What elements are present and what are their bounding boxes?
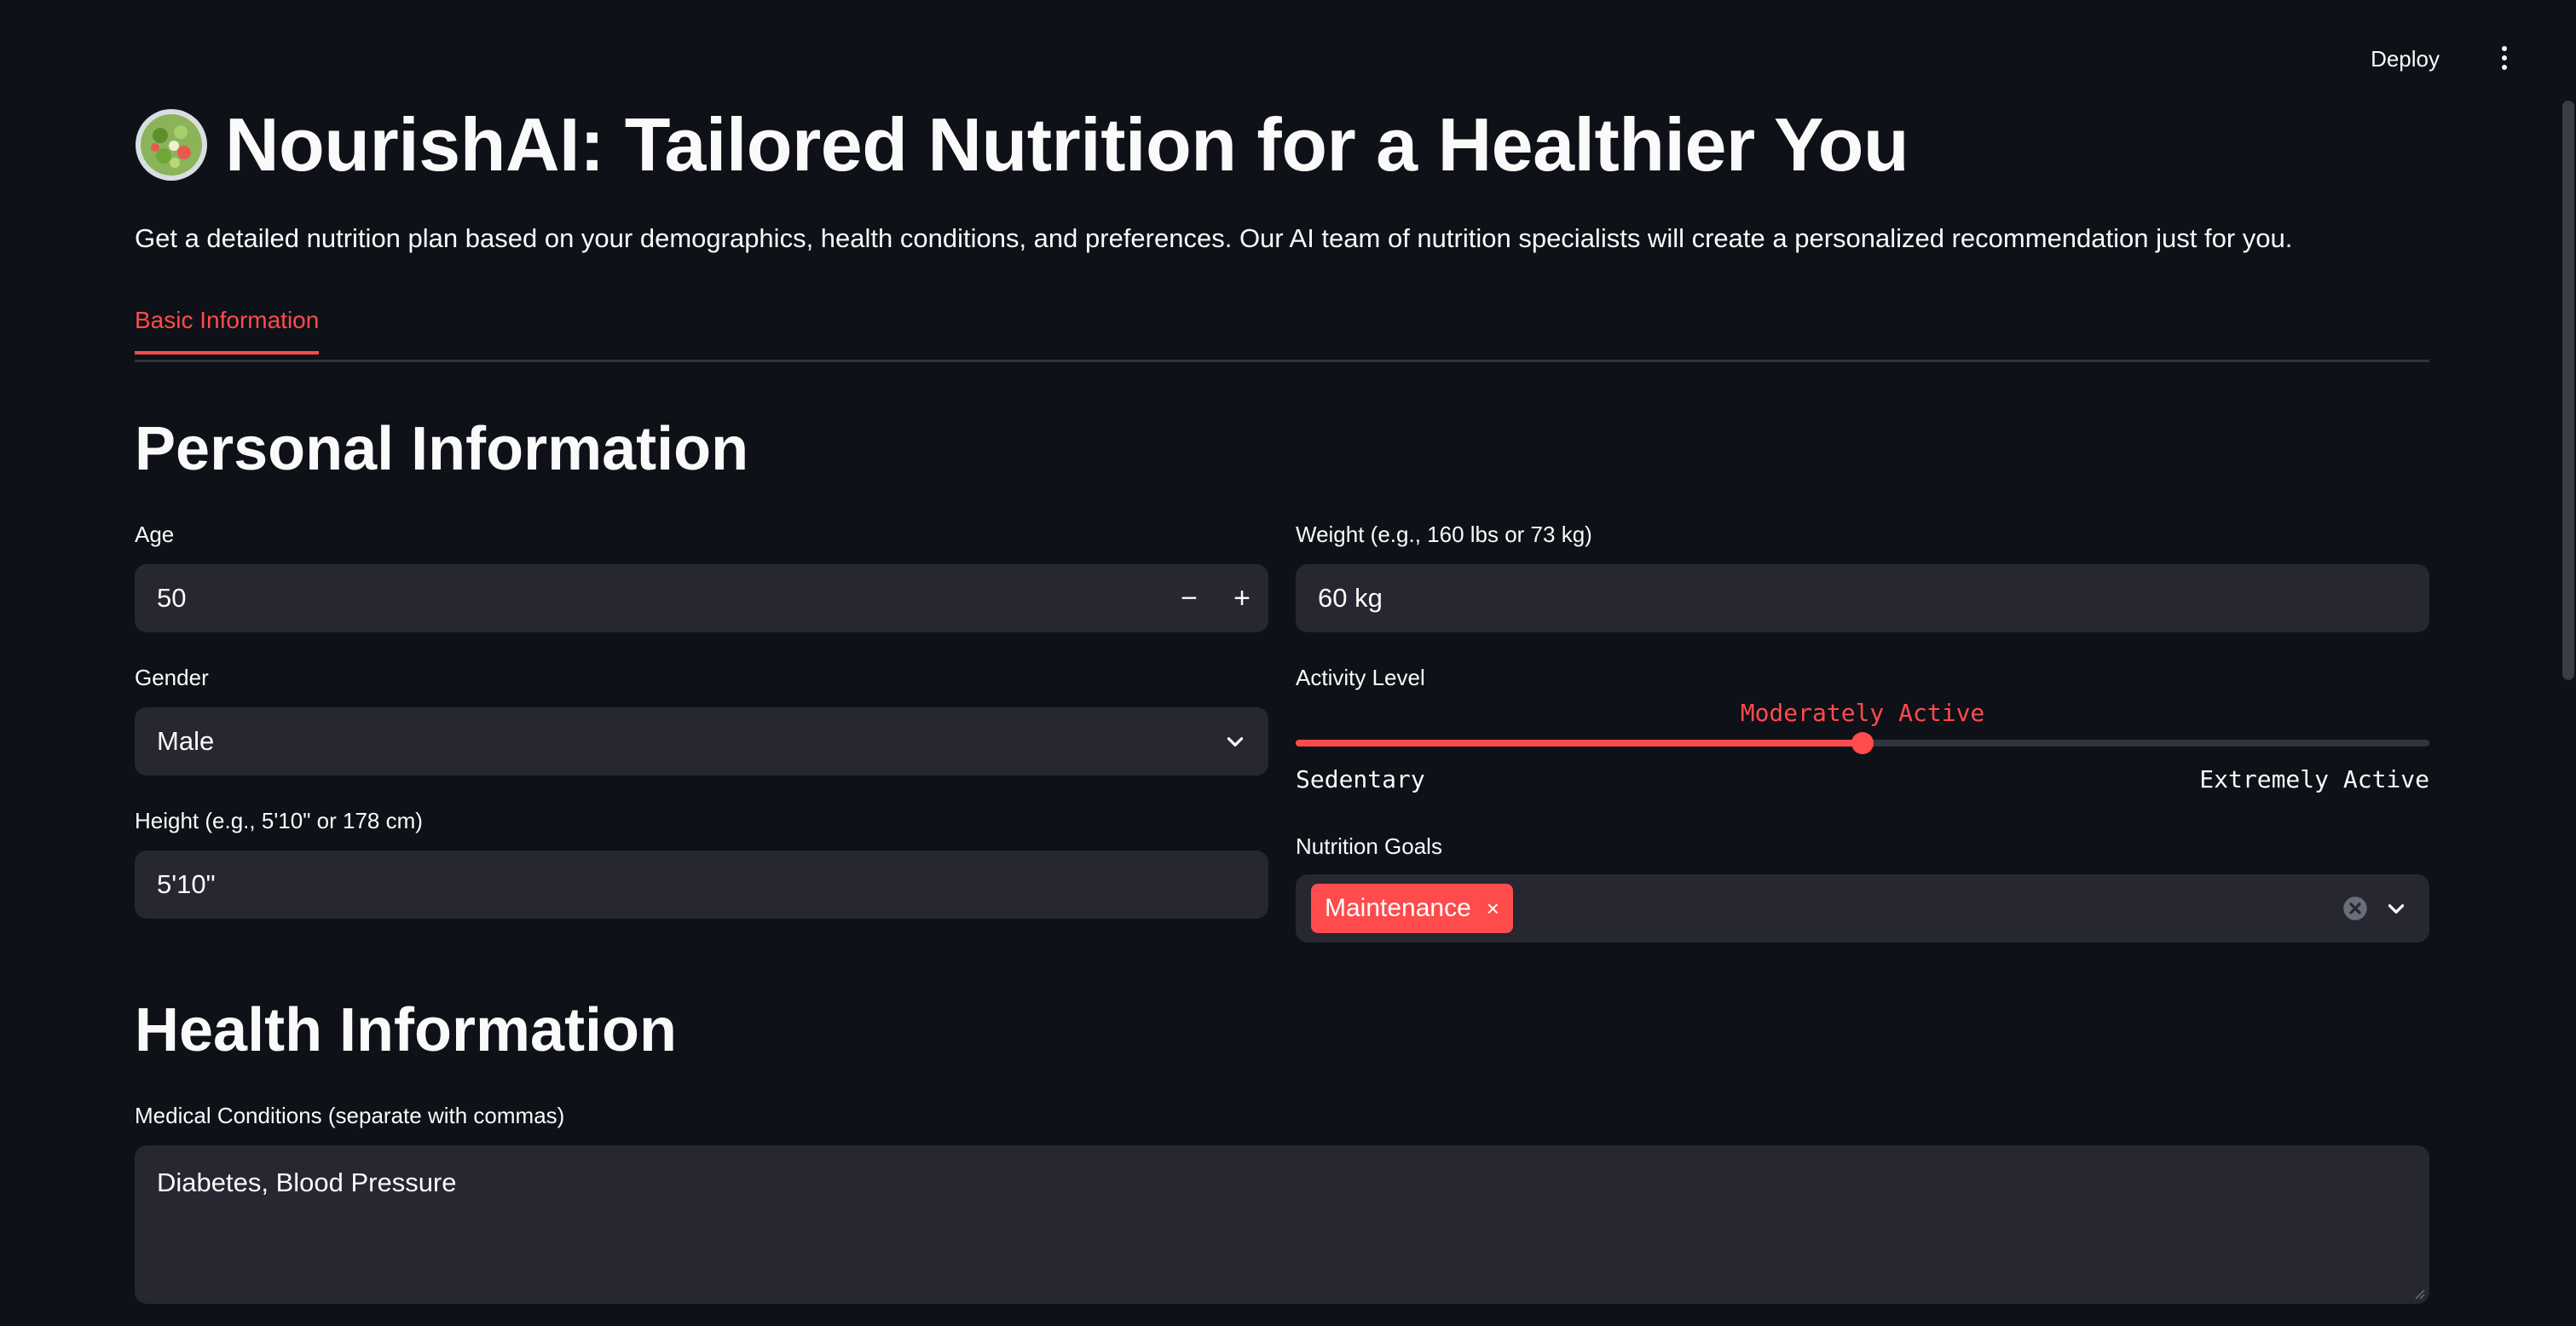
tab-bar: Basic Information bbox=[135, 300, 2429, 362]
slider-max-label: Extremely Active bbox=[2199, 765, 2429, 793]
nutrition-goals-label: Nutrition Goals bbox=[1296, 833, 1442, 859]
kebab-menu-icon[interactable] bbox=[2487, 41, 2521, 75]
personal-information-heading: Personal Information bbox=[135, 415, 749, 483]
deploy-button[interactable]: Deploy bbox=[2362, 41, 2448, 78]
title-row: NourishAI: Tailored Nutrition for a Heal… bbox=[135, 102, 1909, 187]
height-value[interactable]: 5'10" bbox=[157, 869, 1246, 900]
slider-current-value: Moderately Active bbox=[1740, 699, 1985, 727]
age-label: Age bbox=[135, 522, 175, 547]
height-label: Height (e.g., 5'10" or 178 cm) bbox=[135, 808, 423, 833]
scrollbar-thumb[interactable] bbox=[2562, 101, 2574, 680]
increment-button[interactable]: + bbox=[1216, 564, 1268, 632]
goal-tag-maintenance: Maintenance × bbox=[1311, 884, 1513, 933]
age-value[interactable]: 50 bbox=[157, 583, 1163, 614]
medical-conditions-textarea[interactable]: Diabetes, Blood Pressure bbox=[135, 1145, 2429, 1304]
slider-min-label: Sedentary bbox=[1296, 765, 1425, 793]
goal-tag-label: Maintenance bbox=[1325, 894, 1471, 922]
chevron-down-icon[interactable] bbox=[2385, 897, 2407, 920]
gender-select[interactable]: Male bbox=[135, 707, 1268, 775]
height-input[interactable]: 5'10" bbox=[135, 850, 1268, 919]
resize-handle-icon[interactable] bbox=[2412, 1287, 2426, 1300]
health-information-heading: Health Information bbox=[135, 996, 678, 1064]
clear-all-icon[interactable] bbox=[2342, 896, 2368, 921]
nutrition-goals-multiselect[interactable]: Maintenance × bbox=[1296, 874, 2429, 943]
activity-level-slider[interactable]: Moderately Active Sedentary Extremely Ac… bbox=[1296, 690, 2429, 801]
salad-bowl-icon bbox=[136, 109, 207, 181]
slider-thumb[interactable] bbox=[1851, 732, 1874, 754]
remove-tag-icon[interactable]: × bbox=[1487, 896, 1499, 922]
slider-track-fill bbox=[1296, 740, 1863, 747]
tab-basic-information[interactable]: Basic Information bbox=[135, 307, 320, 355]
activity-level-label: Activity Level bbox=[1296, 665, 1425, 690]
weight-label: Weight (e.g., 160 lbs or 73 kg) bbox=[1296, 522, 1592, 547]
medical-conditions-value[interactable]: Diabetes, Blood Pressure bbox=[157, 1167, 457, 1197]
top-bar: Deploy bbox=[0, 0, 2576, 102]
gender-value: Male bbox=[157, 726, 215, 756]
page-description: Get a detailed nutrition plan based on y… bbox=[135, 223, 2293, 253]
age-number-input[interactable]: 50 − + bbox=[135, 564, 1268, 632]
medical-conditions-label: Medical Conditions (separate with commas… bbox=[135, 1103, 565, 1128]
weight-input[interactable]: 60 kg bbox=[1296, 564, 2429, 632]
weight-value[interactable]: 60 kg bbox=[1318, 583, 2407, 614]
app-root: Deploy NourishAI: Tailored Nutrition for… bbox=[0, 0, 2576, 1326]
page-title: NourishAI: Tailored Nutrition for a Heal… bbox=[225, 102, 1909, 187]
decrement-button[interactable]: − bbox=[1163, 564, 1216, 632]
selected-tags: Maintenance × bbox=[1311, 884, 2342, 933]
chevron-down-icon[interactable] bbox=[1224, 730, 1246, 752]
gender-label: Gender bbox=[135, 665, 209, 690]
